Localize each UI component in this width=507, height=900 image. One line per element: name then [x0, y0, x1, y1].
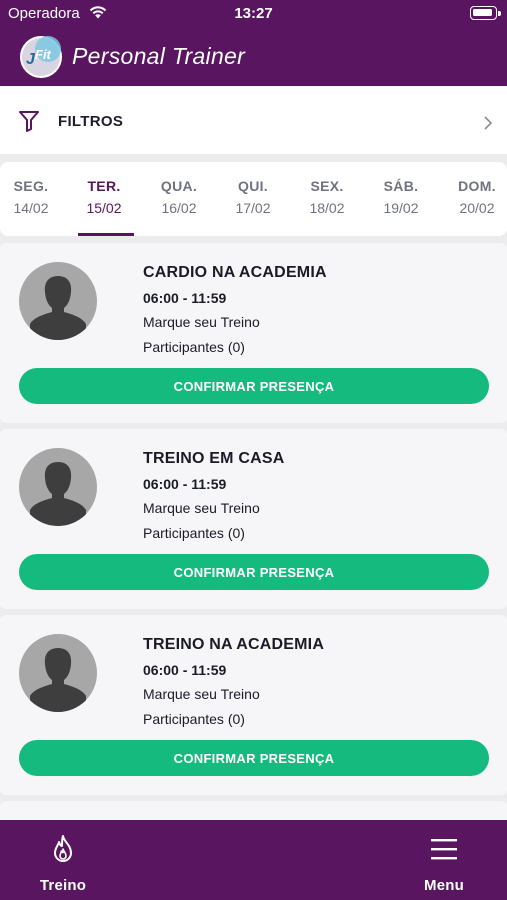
- day-tab-sab[interactable]: SÁB. 19/02: [370, 162, 432, 236]
- user-silhouette-icon: [30, 276, 86, 340]
- filters-label: FILTROS: [58, 113, 124, 130]
- day-tab-seg[interactable]: SEG. 14/02: [0, 162, 62, 236]
- confirm-attendance-button[interactable]: CONFIRMAR PRESENÇA: [19, 368, 489, 404]
- tab-treino-label: Treino: [39, 877, 87, 894]
- day-name: QUA.: [160, 178, 198, 194]
- class-time: 06:00 - 11:59: [143, 476, 227, 492]
- chevron-right-icon: [484, 116, 493, 130]
- day-date: 17/02: [235, 200, 271, 216]
- weekday-selector: SEG. 14/02 TER. 15/02 QUA. 16/02 QUI. 17…: [0, 162, 507, 236]
- class-card: CARDIO NA ACADEMIA 06:00 - 11:59 Marque …: [0, 243, 507, 423]
- avatar: [19, 262, 97, 340]
- day-date: 19/02: [383, 200, 419, 216]
- brand-title: Personal Trainer: [72, 42, 246, 69]
- day-name: QUI.: [238, 178, 268, 194]
- svg-text:Fit: Fit: [35, 47, 52, 62]
- tab-menu[interactable]: Menu: [404, 834, 484, 894]
- tab-treino[interactable]: Treino: [23, 834, 103, 894]
- class-title: CARDIO NA ACADEMIA: [143, 264, 327, 281]
- day-name: DOM.: [458, 178, 496, 194]
- jfit-logo-icon: J Fit: [20, 36, 62, 78]
- class-time: 06:00 - 11:59: [143, 662, 227, 678]
- status-bar: Operadora 13:27: [0, 0, 507, 28]
- class-title: TREINO NA ACADEMIA: [143, 636, 325, 653]
- avatar: [19, 448, 97, 526]
- day-name: SEG.: [13, 178, 49, 194]
- day-tab-qua[interactable]: QUA. 16/02: [148, 162, 210, 236]
- hamburger-menu-icon: [431, 839, 457, 860]
- day-date: 14/02: [13, 200, 49, 216]
- class-note: Marque seu Treino: [143, 500, 260, 516]
- user-silhouette-icon: [30, 648, 86, 712]
- avatar: [19, 634, 97, 712]
- day-tab-qui[interactable]: QUI. 17/02: [222, 162, 284, 236]
- class-participants: Participantes (0): [143, 525, 245, 541]
- class-title: TREINO EM CASA: [143, 450, 285, 467]
- class-note: Marque seu Treino: [143, 686, 260, 702]
- battery-icon: [470, 6, 501, 20]
- confirm-attendance-button[interactable]: CONFIRMAR PRESENÇA: [19, 740, 489, 776]
- brand-logo: J Fit Personal Trainer: [18, 32, 245, 80]
- active-day-indicator: [78, 233, 134, 236]
- tab-menu-label: Menu: [424, 877, 464, 894]
- app-header: Operadora 13:27 J Fit Personal Trainer: [0, 0, 507, 86]
- confirm-attendance-button[interactable]: CONFIRMAR PRESENÇA: [19, 554, 489, 590]
- bottom-tab-bar: Treino Menu: [0, 820, 507, 900]
- day-date: 18/02: [309, 200, 345, 216]
- day-date: 16/02: [161, 200, 197, 216]
- class-card: TREINO NA ACADEMIA 06:00 - 11:59 Marque …: [0, 615, 507, 795]
- day-name: SEX.: [310, 178, 344, 194]
- class-participants: Participantes (0): [143, 711, 245, 727]
- flame-icon: [54, 835, 72, 862]
- user-silhouette-icon: [30, 462, 86, 526]
- filters-row[interactable]: FILTROS: [0, 86, 507, 154]
- day-name: SÁB.: [383, 178, 419, 194]
- class-note: Marque seu Treino: [143, 314, 260, 330]
- day-date: 15/02: [86, 200, 122, 216]
- day-tab-dom[interactable]: DOM. 20/02: [446, 162, 507, 236]
- status-time: 13:27: [234, 5, 273, 22]
- day-tab-ter[interactable]: TER. 15/02: [73, 162, 135, 236]
- day-date: 20/02: [459, 200, 495, 216]
- class-card: TREINO EM CASA 06:00 - 11:59 Marque seu …: [0, 429, 507, 609]
- day-name: TER.: [87, 178, 121, 194]
- class-time: 06:00 - 11:59: [143, 290, 227, 306]
- filter-icon: [19, 111, 39, 132]
- class-participants: Participantes (0): [143, 339, 245, 355]
- day-tab-sex[interactable]: SEX. 18/02: [296, 162, 358, 236]
